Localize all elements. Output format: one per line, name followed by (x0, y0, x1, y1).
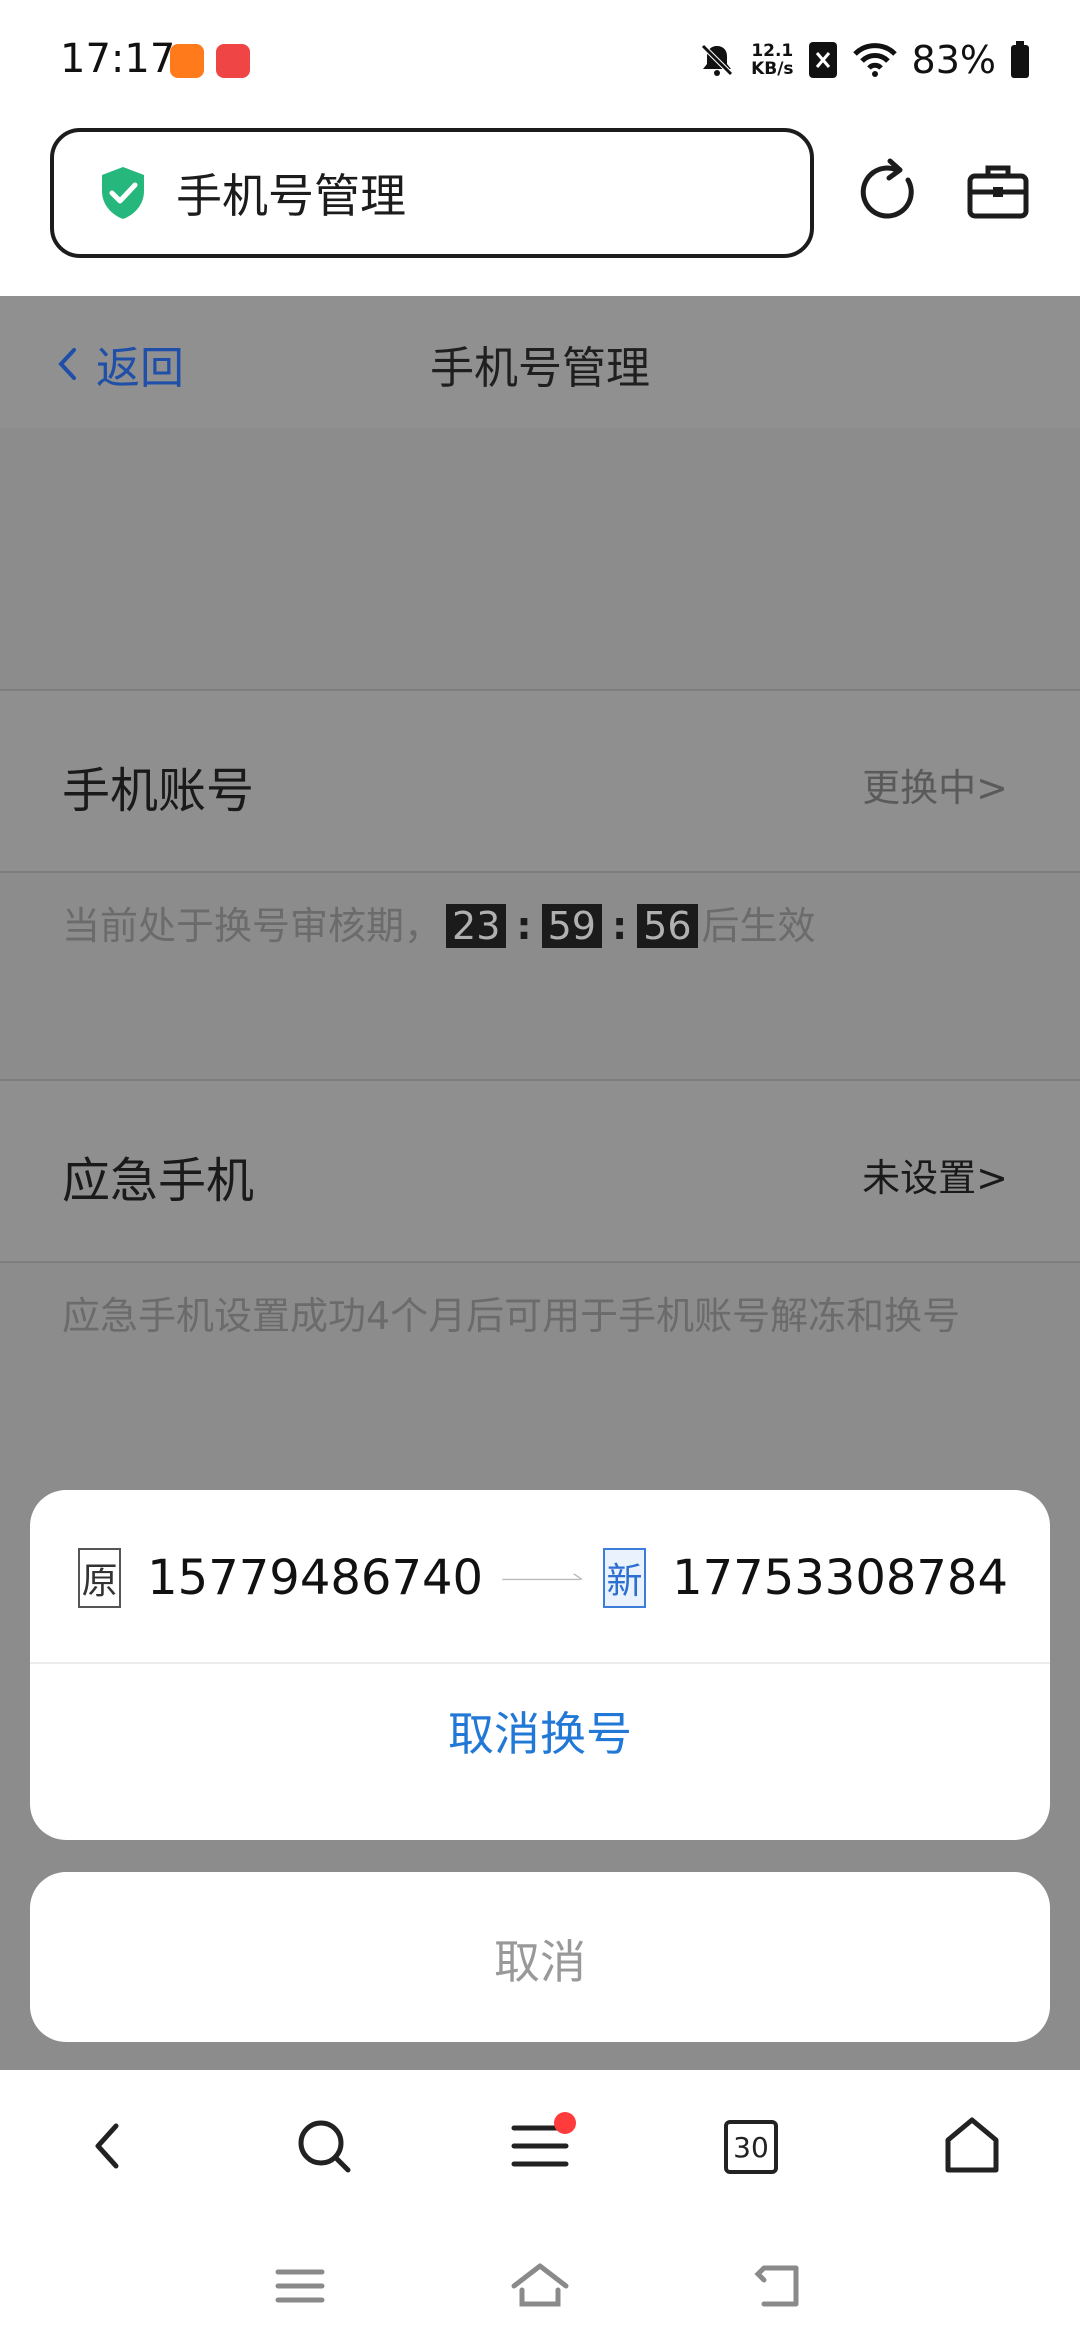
search-icon[interactable] (292, 2114, 356, 2178)
app-orange-icon (170, 44, 204, 78)
net-speed: 12.1 KB/s (751, 41, 794, 79)
tabs-icon[interactable]: 30 (724, 2120, 778, 2174)
emergency-row[interactable]: 应急手机 未设置> (0, 1081, 1080, 1261)
system-navigation-bar (0, 2220, 1080, 2344)
home-icon[interactable] (940, 2114, 1004, 2178)
cancel-button[interactable]: 取消 (30, 1926, 1050, 1992)
arrow-right-icon (502, 1573, 583, 1581)
notification-dot (554, 2112, 576, 2134)
old-number: 15779486740 (147, 1550, 484, 1606)
new-number: 17753308784 (672, 1550, 1009, 1606)
shield-check-icon (102, 167, 144, 219)
new-tag: 新 (602, 1548, 647, 1608)
tabs-count: 30 (733, 2130, 769, 2164)
browser-toolbar: 30 (0, 2070, 1080, 2220)
status-right-group: 12.1 KB/s 83% (697, 36, 1030, 84)
divider (0, 1261, 1080, 1263)
address-bar[interactable]: 手机号管理 (50, 128, 814, 258)
emergency-description: 应急手机设置成功4个月后可用于手机账号解冻和换号 (62, 1294, 961, 1338)
system-back-icon[interactable] (750, 2256, 810, 2316)
page-nav-bar: 返回 手机号管理 (0, 296, 1080, 428)
emergency-label: 应急手机 (62, 1153, 255, 1209)
old-tag: 原 (78, 1548, 122, 1608)
wifi-icon (852, 43, 897, 77)
emergency-status: 未设置> (862, 1156, 1008, 1200)
account-status: 更换中> (862, 766, 1008, 810)
account-label: 手机账号 (62, 763, 255, 819)
bell-off-icon (701, 44, 733, 76)
toolbox-icon[interactable] (962, 156, 1034, 228)
account-row[interactable]: 手机账号 更换中> (0, 691, 1080, 871)
countdown-minutes: 59 (541, 904, 602, 948)
account-description: 当前处于换号审核期， 23:59:56 后生效 (62, 904, 816, 948)
status-time: 17:17 (60, 36, 176, 82)
address-title: 手机号管理 (176, 169, 406, 223)
divider (30, 1662, 1050, 1664)
page-title: 手机号管理 (430, 343, 650, 394)
sim-x-icon (808, 42, 837, 78)
number-change-info: 原 15779486740 新 17753308784 (78, 1530, 1008, 1626)
battery-percent: 83% (911, 38, 996, 82)
back-icon[interactable] (76, 2114, 140, 2178)
refresh-icon[interactable] (852, 156, 924, 228)
divider (0, 871, 1080, 873)
cancel-sheet: 取消 (30, 1872, 1050, 2042)
battery-icon (1011, 41, 1029, 78)
system-home-icon[interactable] (510, 2256, 570, 2316)
recent-apps-icon[interactable] (270, 2256, 330, 2316)
cancel-change-button[interactable]: 取消换号 (30, 1698, 1050, 1764)
browser-header: 手机号管理 (0, 120, 1080, 296)
countdown-hours: 23 (446, 904, 507, 948)
countdown-seconds: 56 (637, 904, 698, 948)
huawei-app-icon (216, 44, 250, 78)
status-bar: 17:17 12.1 KB/s 83% (0, 0, 1080, 120)
change-number-sheet: 原 15779486740 新 17753308784 取消换号 (30, 1490, 1050, 1840)
